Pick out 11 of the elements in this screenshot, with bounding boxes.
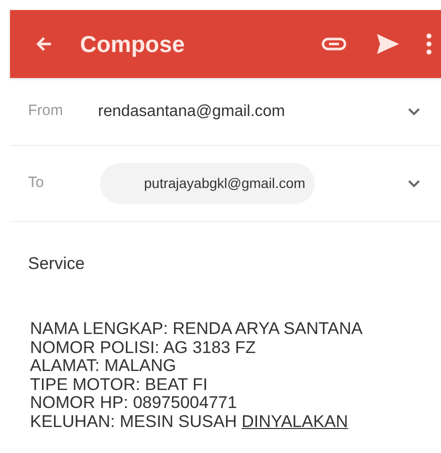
- app-bar-title: Compose: [80, 30, 185, 59]
- to-label: To: [28, 173, 45, 194]
- more-options-icon[interactable]: [425, 33, 433, 55]
- chevron-down-icon[interactable]: [407, 106, 421, 116]
- subject-field[interactable]: Service: [28, 251, 85, 277]
- chevron-down-icon[interactable]: [407, 178, 421, 188]
- from-address: rendasantana@gmail.com: [98, 102, 286, 122]
- message-body[interactable]: NAMA LENGKAP: RENDA ARYA SANTANA NOMOR POLISI: AG 3183 FZ ALAMAT: MALANG TIPE MOTOR: BEAT FI NOMOR HP: 08975004771 KELUHAN: MESIN SUSAH DINYALAKAN: [30, 320, 363, 431]
- send-icon[interactable]: [375, 32, 401, 56]
- recipient-chip[interactable]: putrajayabgkl@gmail.com: [100, 163, 316, 204]
- from-label: From: [28, 101, 64, 122]
